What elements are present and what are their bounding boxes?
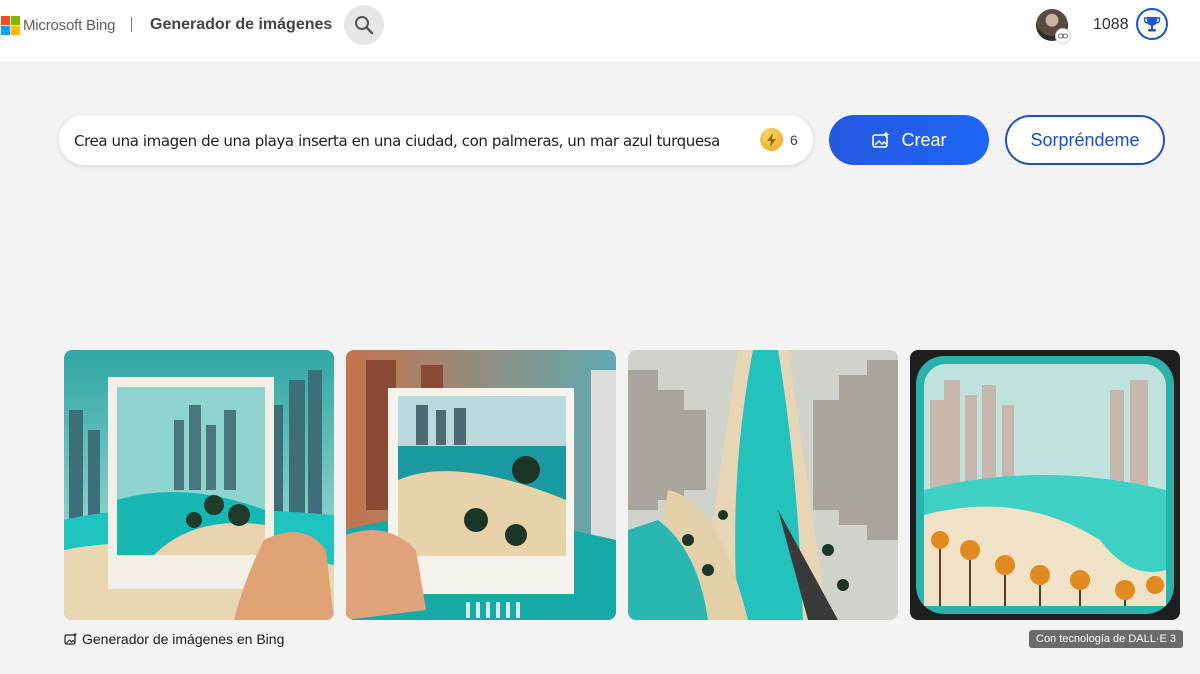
boost-count: 6 <box>790 132 798 148</box>
top-header: Microsoft Bing Generador de imágenes 108… <box>0 0 1200 63</box>
bing-logo-link[interactable]: Microsoft Bing <box>1 16 115 35</box>
header-divider <box>131 17 132 32</box>
trophy-icon <box>1143 17 1161 32</box>
prompt-input-value[interactable]: Crea una imagen de una playa inserta en … <box>74 132 720 150</box>
generated-image-1[interactable] <box>64 350 334 620</box>
avatar[interactable] <box>1036 9 1071 44</box>
image-caption: Generador de imágenes en Bing <box>64 631 284 647</box>
brand-name: Microsoft Bing <box>23 17 116 34</box>
caption-text: Generador de imágenes en Bing <box>82 631 285 647</box>
generated-image-3[interactable] <box>628 350 898 620</box>
dalle-badge: Con tecnología de DALL·E 3 <box>1029 630 1184 648</box>
search-button[interactable] <box>344 5 384 45</box>
surprise-label: Sorpréndeme <box>1030 129 1140 150</box>
generated-image-2[interactable] <box>346 350 616 620</box>
microsoft-logo-icon <box>1 16 20 35</box>
search-icon <box>355 16 374 35</box>
image-generator-icon <box>64 632 78 645</box>
sparkle-image-icon <box>872 131 890 148</box>
create-button[interactable]: Crear <box>829 115 989 165</box>
prompt-input[interactable]: Crea una imagen de una playa inserta en … <box>59 115 813 165</box>
create-label: Crear <box>901 129 947 150</box>
rewards-points[interactable]: 1088 <box>1093 16 1129 34</box>
surprise-button[interactable]: Sorpréndeme <box>1005 115 1165 165</box>
link-icon <box>1055 28 1071 44</box>
generated-image-4[interactable] <box>910 350 1180 620</box>
app-title[interactable]: Generador de imágenes <box>150 16 332 34</box>
boost-coin-icon[interactable] <box>760 128 783 151</box>
rewards-button[interactable] <box>1136 8 1168 40</box>
